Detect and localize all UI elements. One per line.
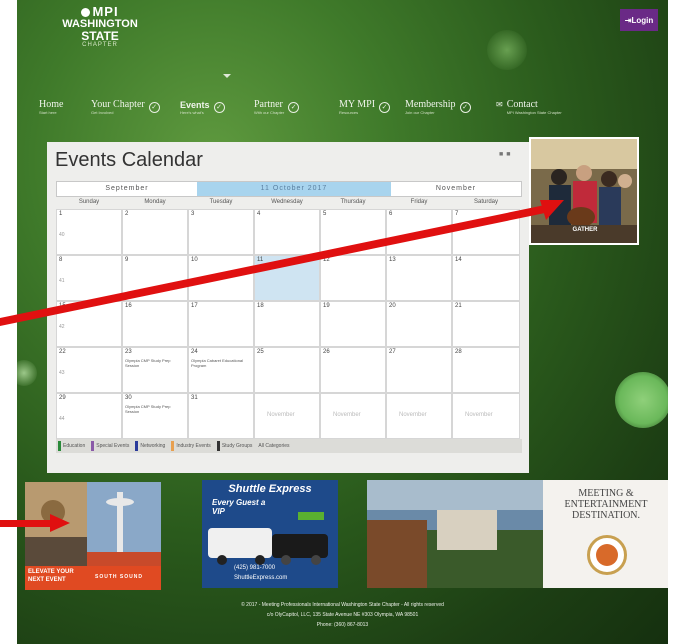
annotation-arrows — [0, 200, 564, 532]
arrow-head-lower — [50, 514, 70, 532]
arrow-line-lower — [0, 520, 52, 527]
arrow-line-upper — [0, 205, 545, 326]
arrow-head-upper — [540, 200, 564, 220]
